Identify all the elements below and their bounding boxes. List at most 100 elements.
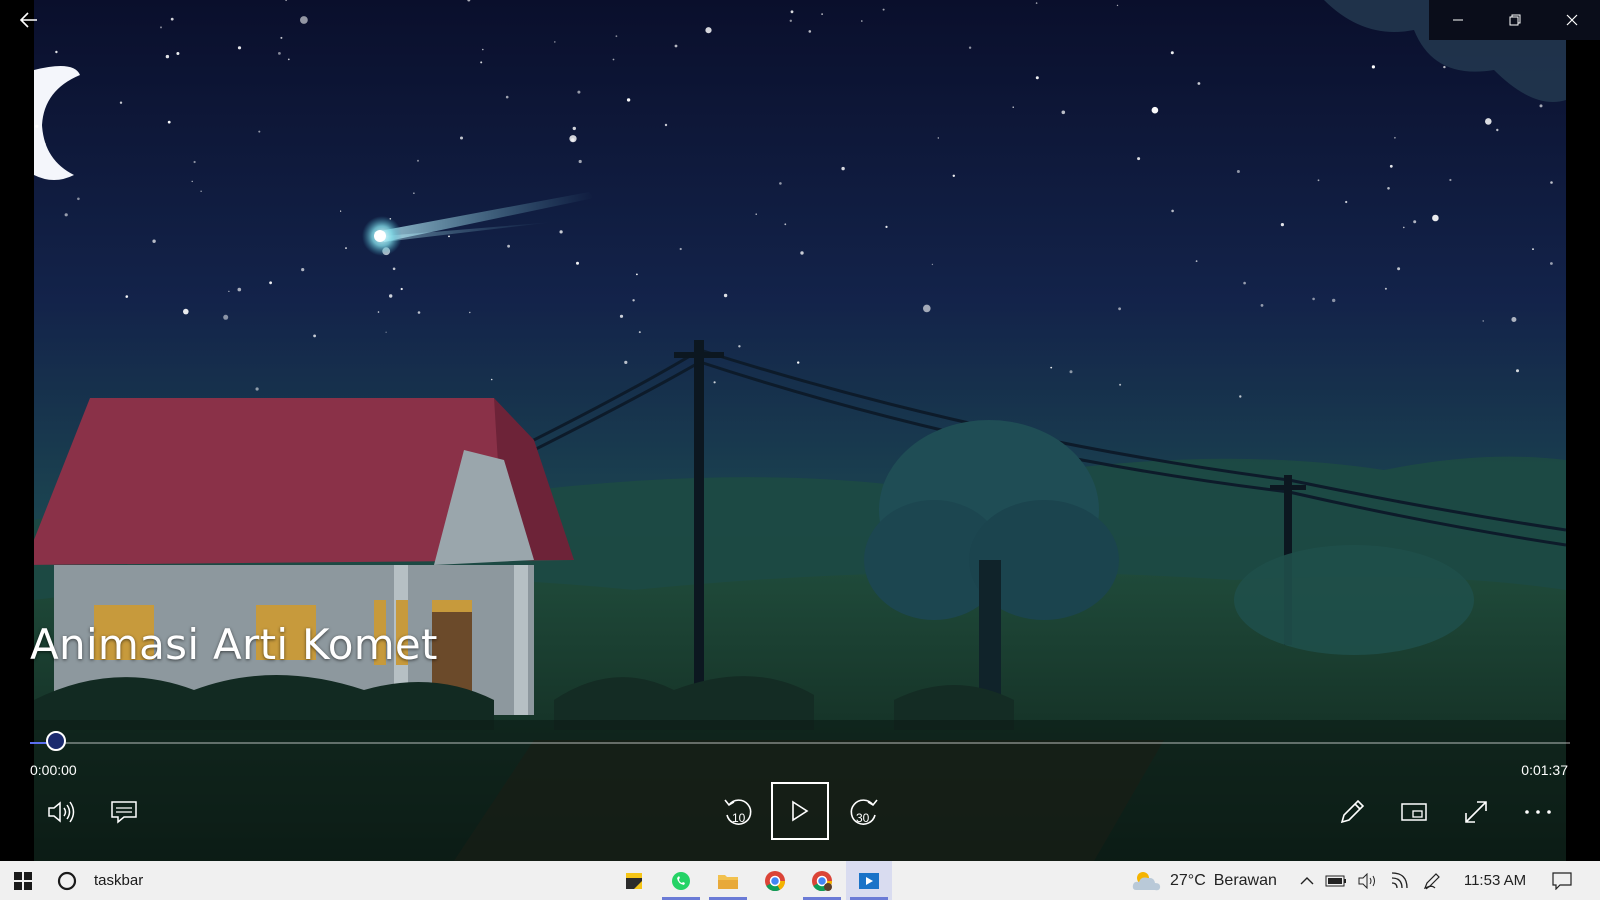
star <box>340 210 342 212</box>
video-title: Animasi Arti Komet <box>30 620 438 669</box>
star <box>1312 297 1315 301</box>
movies-tv-icon <box>859 872 879 889</box>
star <box>191 180 193 183</box>
star <box>1332 298 1336 303</box>
star <box>1260 304 1264 307</box>
star <box>1050 366 1053 369</box>
star <box>1496 128 1499 132</box>
restore-button[interactable] <box>1486 0 1543 40</box>
fullscreen-button[interactable] <box>1454 790 1498 834</box>
star <box>1116 4 1119 7</box>
pen-button[interactable] <box>1418 861 1446 900</box>
cortana-icon <box>57 871 77 890</box>
star <box>200 190 202 192</box>
restore-icon <box>1509 14 1520 26</box>
pen-workspace-icon <box>1423 872 1440 889</box>
star <box>790 10 794 14</box>
star <box>389 294 393 298</box>
arrow-left-icon <box>19 12 37 28</box>
volume-tray-button[interactable] <box>1354 861 1382 900</box>
volume-button[interactable] <box>40 790 84 834</box>
star <box>578 159 582 164</box>
taskbar-app-chrome[interactable] <box>752 861 798 900</box>
star <box>385 331 387 333</box>
star <box>1118 307 1121 311</box>
edit-button[interactable] <box>1330 790 1374 834</box>
video-frame[interactable] <box>34 0 1566 861</box>
star <box>237 46 242 50</box>
skip-back-icon: 10 <box>724 799 752 825</box>
start-button[interactable] <box>0 861 46 900</box>
star <box>577 90 581 94</box>
star <box>417 311 421 314</box>
star <box>664 123 668 127</box>
skip-back-button[interactable]: 10 <box>716 790 760 834</box>
minimize-button[interactable] <box>1429 0 1486 40</box>
star <box>269 281 272 285</box>
search-box[interactable]: taskbar <box>48 861 348 900</box>
star <box>1403 226 1405 229</box>
star <box>1532 248 1534 251</box>
play-button[interactable] <box>771 782 829 840</box>
star <box>576 261 579 265</box>
taskbar-app-sticky-notes[interactable] <box>611 861 657 900</box>
star <box>1170 51 1174 55</box>
clock[interactable]: 11:53 AM <box>1452 861 1538 900</box>
star <box>460 136 463 140</box>
star <box>1012 106 1014 108</box>
star <box>1413 220 1417 224</box>
subtitles-button[interactable] <box>102 790 146 834</box>
mini-view-button[interactable] <box>1392 790 1436 834</box>
notification-icon <box>1552 871 1572 890</box>
clock-time: 11:53 AM <box>1463 872 1527 889</box>
star <box>705 27 712 34</box>
star <box>821 13 823 15</box>
play-icon <box>792 800 809 822</box>
star <box>505 95 509 99</box>
star <box>507 244 510 248</box>
star <box>1384 287 1387 290</box>
taskbar-app-whatsapp[interactable] <box>658 861 704 900</box>
star <box>636 273 638 276</box>
star <box>559 230 563 234</box>
weather-temp: 27°C <box>1170 871 1206 889</box>
star <box>1137 157 1141 161</box>
star <box>1061 110 1066 115</box>
star <box>713 381 716 384</box>
star <box>1236 170 1240 173</box>
taskbar-app-movies-tv[interactable] <box>846 861 892 900</box>
star <box>1394 136 1396 139</box>
back-button[interactable] <box>0 0 57 40</box>
star <box>1119 383 1122 386</box>
more-button[interactable] <box>1516 790 1560 834</box>
seek-bar[interactable] <box>30 731 1570 751</box>
taskbar-app-chrome-profile[interactable] <box>799 861 845 900</box>
star <box>1239 395 1242 398</box>
weather-desc: Berawan <box>1213 871 1277 889</box>
star <box>345 247 347 250</box>
battery-button[interactable] <box>1322 861 1350 900</box>
star <box>165 54 170 59</box>
star <box>392 267 396 271</box>
star <box>125 295 129 298</box>
star <box>280 36 283 39</box>
star <box>797 361 800 364</box>
close-button[interactable] <box>1543 0 1600 40</box>
current-time: 0:00:00 <box>30 762 77 778</box>
show-hidden-icons-button[interactable] <box>1296 861 1318 900</box>
battery-icon <box>1325 875 1346 886</box>
seek-thumb[interactable] <box>46 731 66 751</box>
star <box>1035 2 1038 4</box>
action-center-button[interactable] <box>1544 861 1580 900</box>
network-button[interactable] <box>1386 861 1414 900</box>
video-scene <box>34 0 1566 861</box>
star <box>626 98 631 102</box>
taskbar-app-file-explorer[interactable] <box>705 861 751 900</box>
skip-forward-button[interactable]: 30 <box>842 790 886 834</box>
star <box>237 287 242 292</box>
star <box>1371 65 1375 69</box>
weather-widget[interactable]: 27°C Berawan <box>1130 861 1290 900</box>
duration: 0:01:37 <box>1521 762 1568 778</box>
star <box>931 263 934 266</box>
star <box>287 58 290 61</box>
